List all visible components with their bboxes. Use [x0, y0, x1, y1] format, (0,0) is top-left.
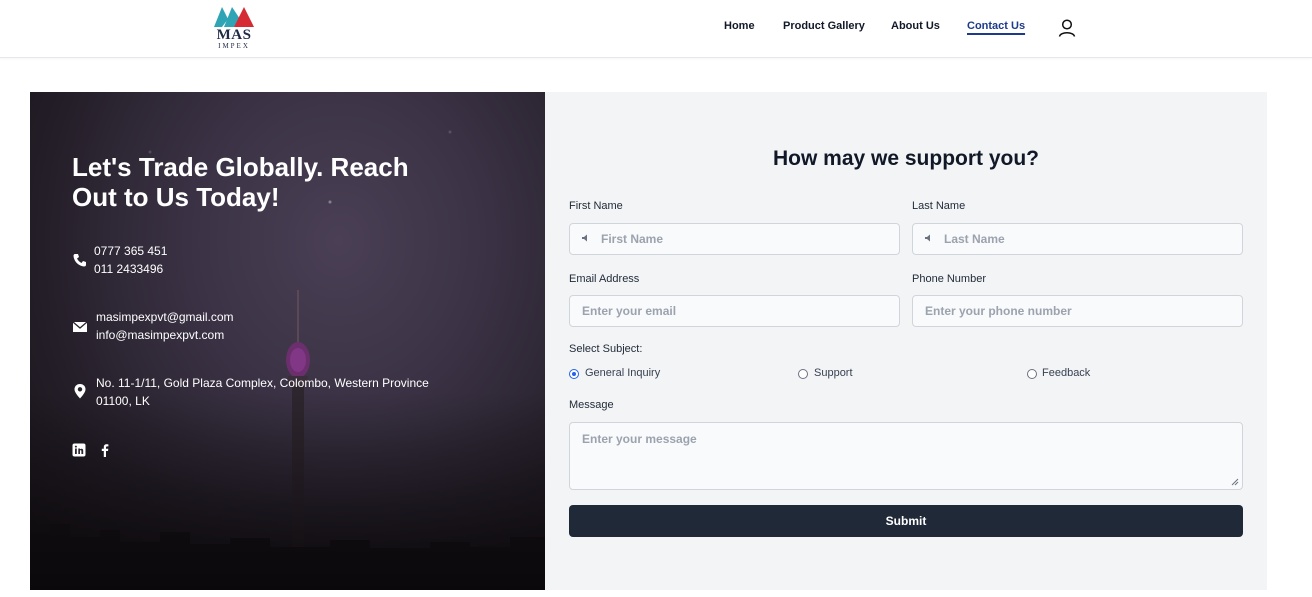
subject-feedback-radio[interactable] [1027, 369, 1037, 379]
submit-button[interactable]: Submit [569, 505, 1243, 537]
last-name-label: Last Name [912, 200, 966, 212]
address-line-2: 01100, LK [96, 394, 150, 408]
logo-subtext: IMPEX [218, 42, 250, 50]
speaker-icon [582, 234, 587, 242]
email-contact: masimpexpvt@gmail.com info@masimpexpvt.c… [72, 308, 372, 344]
contact-form-panel: How may we support you? First Name Last … [545, 92, 1267, 590]
nav-home[interactable]: Home [724, 20, 755, 36]
user-icon[interactable] [1057, 18, 1077, 38]
phone-input[interactable] [912, 295, 1243, 327]
subject-support-label[interactable]: Support [814, 367, 853, 379]
linkedin-icon[interactable] [72, 443, 86, 457]
hero-heading: Let's Trade Globally. Reach Out to Us To… [72, 152, 409, 212]
phone-icon [73, 254, 86, 267]
subject-support-radio[interactable] [798, 369, 808, 379]
speaker-icon [925, 234, 930, 242]
phone-contact: 0777 365 451 011 2433496 [72, 242, 372, 278]
email-input[interactable] [569, 295, 900, 327]
nav-contact-us[interactable]: Contact Us [967, 20, 1025, 36]
subject-feedback-label[interactable]: Feedback [1042, 367, 1090, 379]
address-line-1: No. 11-1/11, Gold Plaza Complex, Colombo… [96, 376, 429, 390]
mail-icon [72, 321, 88, 332]
facebook-icon[interactable] [98, 443, 112, 457]
location-pin-icon [74, 384, 86, 399]
resize-handle-icon[interactable] [1231, 478, 1239, 486]
address-contact: No. 11-1/11, Gold Plaza Complex, Colombo… [72, 374, 492, 410]
message-textarea[interactable] [569, 422, 1243, 490]
phone-label: Phone Number [912, 273, 986, 285]
email-address-2[interactable]: info@masimpexpvt.com [96, 326, 224, 344]
logo-mark-icon [214, 7, 254, 27]
email-label: Email Address [569, 273, 640, 285]
first-name-input[interactable] [569, 223, 900, 255]
nav-product-gallery[interactable]: Product Gallery [783, 20, 865, 36]
last-name-input[interactable] [912, 223, 1243, 255]
first-name-label: First Name [569, 200, 623, 212]
phone-number-1[interactable]: 0777 365 451 [94, 242, 167, 260]
subject-general-inquiry-radio[interactable] [569, 369, 579, 379]
site-header: MAS IMPEX Home Product Gallery About Us … [0, 0, 1312, 58]
form-heading: How may we support you? [772, 147, 1040, 170]
subject-general-inquiry-label[interactable]: General Inquiry [585, 367, 660, 379]
subject-label: Select Subject: [569, 343, 643, 355]
nav-about-us[interactable]: About Us [891, 20, 940, 36]
mas-impex-logo[interactable]: MAS IMPEX [212, 5, 256, 51]
phone-number-2[interactable]: 011 2433496 [94, 260, 163, 278]
message-label: Message [569, 399, 614, 411]
email-address-1[interactable]: masimpexpvt@gmail.com [96, 308, 234, 326]
contact-info-panel: Let's Trade Globally. Reach Out to Us To… [30, 92, 545, 590]
